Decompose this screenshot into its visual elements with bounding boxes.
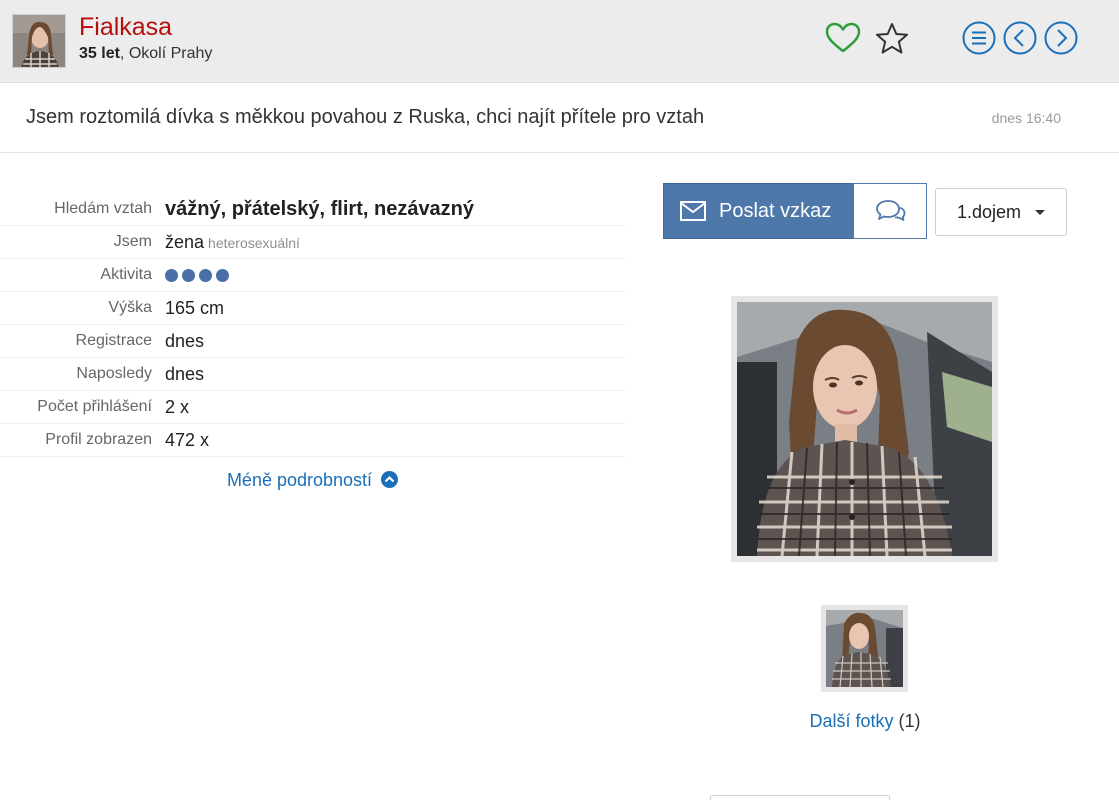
detail-label: Jsem [113, 233, 152, 250]
detail-label: Aktivita [100, 266, 152, 283]
profile-name[interactable]: Fialkasa [79, 13, 172, 41]
gender-value: žena [165, 231, 205, 252]
bottom-control-partial[interactable] [710, 795, 890, 800]
chevron-left-icon[interactable] [1003, 21, 1037, 55]
detail-row-views: Profil zobrazen 472 x [0, 424, 625, 457]
more-photos: Další fotky (1) [700, 711, 1030, 732]
detail-value: žena heterosexuální [165, 232, 300, 253]
detail-label: Registrace [75, 332, 152, 349]
activity-dot [199, 268, 212, 282]
activity-indicator [165, 268, 229, 282]
more-photos-count: (1) [898, 711, 921, 731]
avatar[interactable] [12, 14, 66, 68]
detail-row-relationship: Hledám vztah vážný, přátelský, flirt, ne… [0, 193, 625, 226]
send-message-button[interactable]: Poslat vzkaz [663, 183, 854, 239]
profile-header: Fialkasa 35 let, Okolí Prahy [0, 0, 1119, 83]
detail-value: vážný, přátelský, flirt, nezávazný [165, 197, 475, 220]
detail-value: dnes [165, 363, 205, 384]
menu-icon[interactable] [962, 21, 996, 55]
heart-icon[interactable] [823, 20, 863, 56]
detail-value: 2 x [165, 396, 190, 417]
caret-down-icon [1035, 209, 1046, 215]
orientation-value: heterosexuální [208, 234, 300, 251]
main-photo[interactable] [731, 296, 998, 562]
detail-label: Počet přihlášení [37, 398, 152, 415]
send-message-label: Poslat vzkaz [719, 199, 832, 222]
chevron-right-icon[interactable] [1044, 21, 1078, 55]
detail-row-height: Výška 165 cm [0, 292, 625, 325]
activity-dot [165, 268, 178, 282]
details-table: Hledám vztah vážný, přátelský, flirt, ne… [0, 193, 625, 457]
chat-button[interactable] [853, 183, 927, 239]
detail-value: dnes [165, 330, 205, 351]
detail-value: 165 cm [165, 297, 225, 318]
photo-image [737, 302, 992, 556]
detail-row-last-seen: Naposledy dnes [0, 358, 625, 391]
first-impression-label: 1.dojem [957, 201, 1022, 222]
less-details-label: Méně podrobností [226, 470, 373, 490]
photo-thumbnail[interactable] [821, 605, 908, 692]
profile-age: 35 let [79, 45, 120, 62]
detail-row-activity: Aktivita [0, 259, 625, 292]
detail-label: Výška [108, 299, 152, 316]
detail-row-logins: Počet přihlášení 2 x [0, 391, 625, 424]
activity-dot [182, 268, 195, 282]
profile-subline: 35 let, Okolí Prahy [79, 45, 212, 63]
detail-label: Profil zobrazen [45, 431, 152, 448]
detail-label: Naposledy [76, 365, 152, 382]
activity-dot [216, 268, 229, 282]
profile-location: , Okolí Prahy [119, 45, 213, 62]
profile-headline: Jsem roztomilá dívka s měkkou povahou z … [0, 83, 1119, 153]
detail-row-gender: Jsem žena heterosexuální [0, 226, 625, 259]
headline-time: dnes 16:40 [991, 110, 1061, 126]
chevron-up-icon [381, 471, 399, 488]
detail-label: Hledám vztah [54, 200, 152, 217]
envelope-icon [680, 201, 706, 221]
headline-text: Jsem roztomilá dívka s měkkou povahou z … [26, 106, 705, 128]
chat-bubbles-icon [876, 200, 906, 221]
more-photos-link[interactable]: Další fotky [809, 711, 893, 731]
less-details-link[interactable]: Méně podrobností [0, 470, 625, 491]
thumbnail-image [826, 610, 903, 687]
first-impression-dropdown[interactable]: 1.dojem [935, 188, 1067, 236]
star-icon[interactable] [872, 20, 912, 58]
detail-row-registered: Registrace dnes [0, 325, 625, 358]
detail-value: 472 x [165, 429, 210, 450]
